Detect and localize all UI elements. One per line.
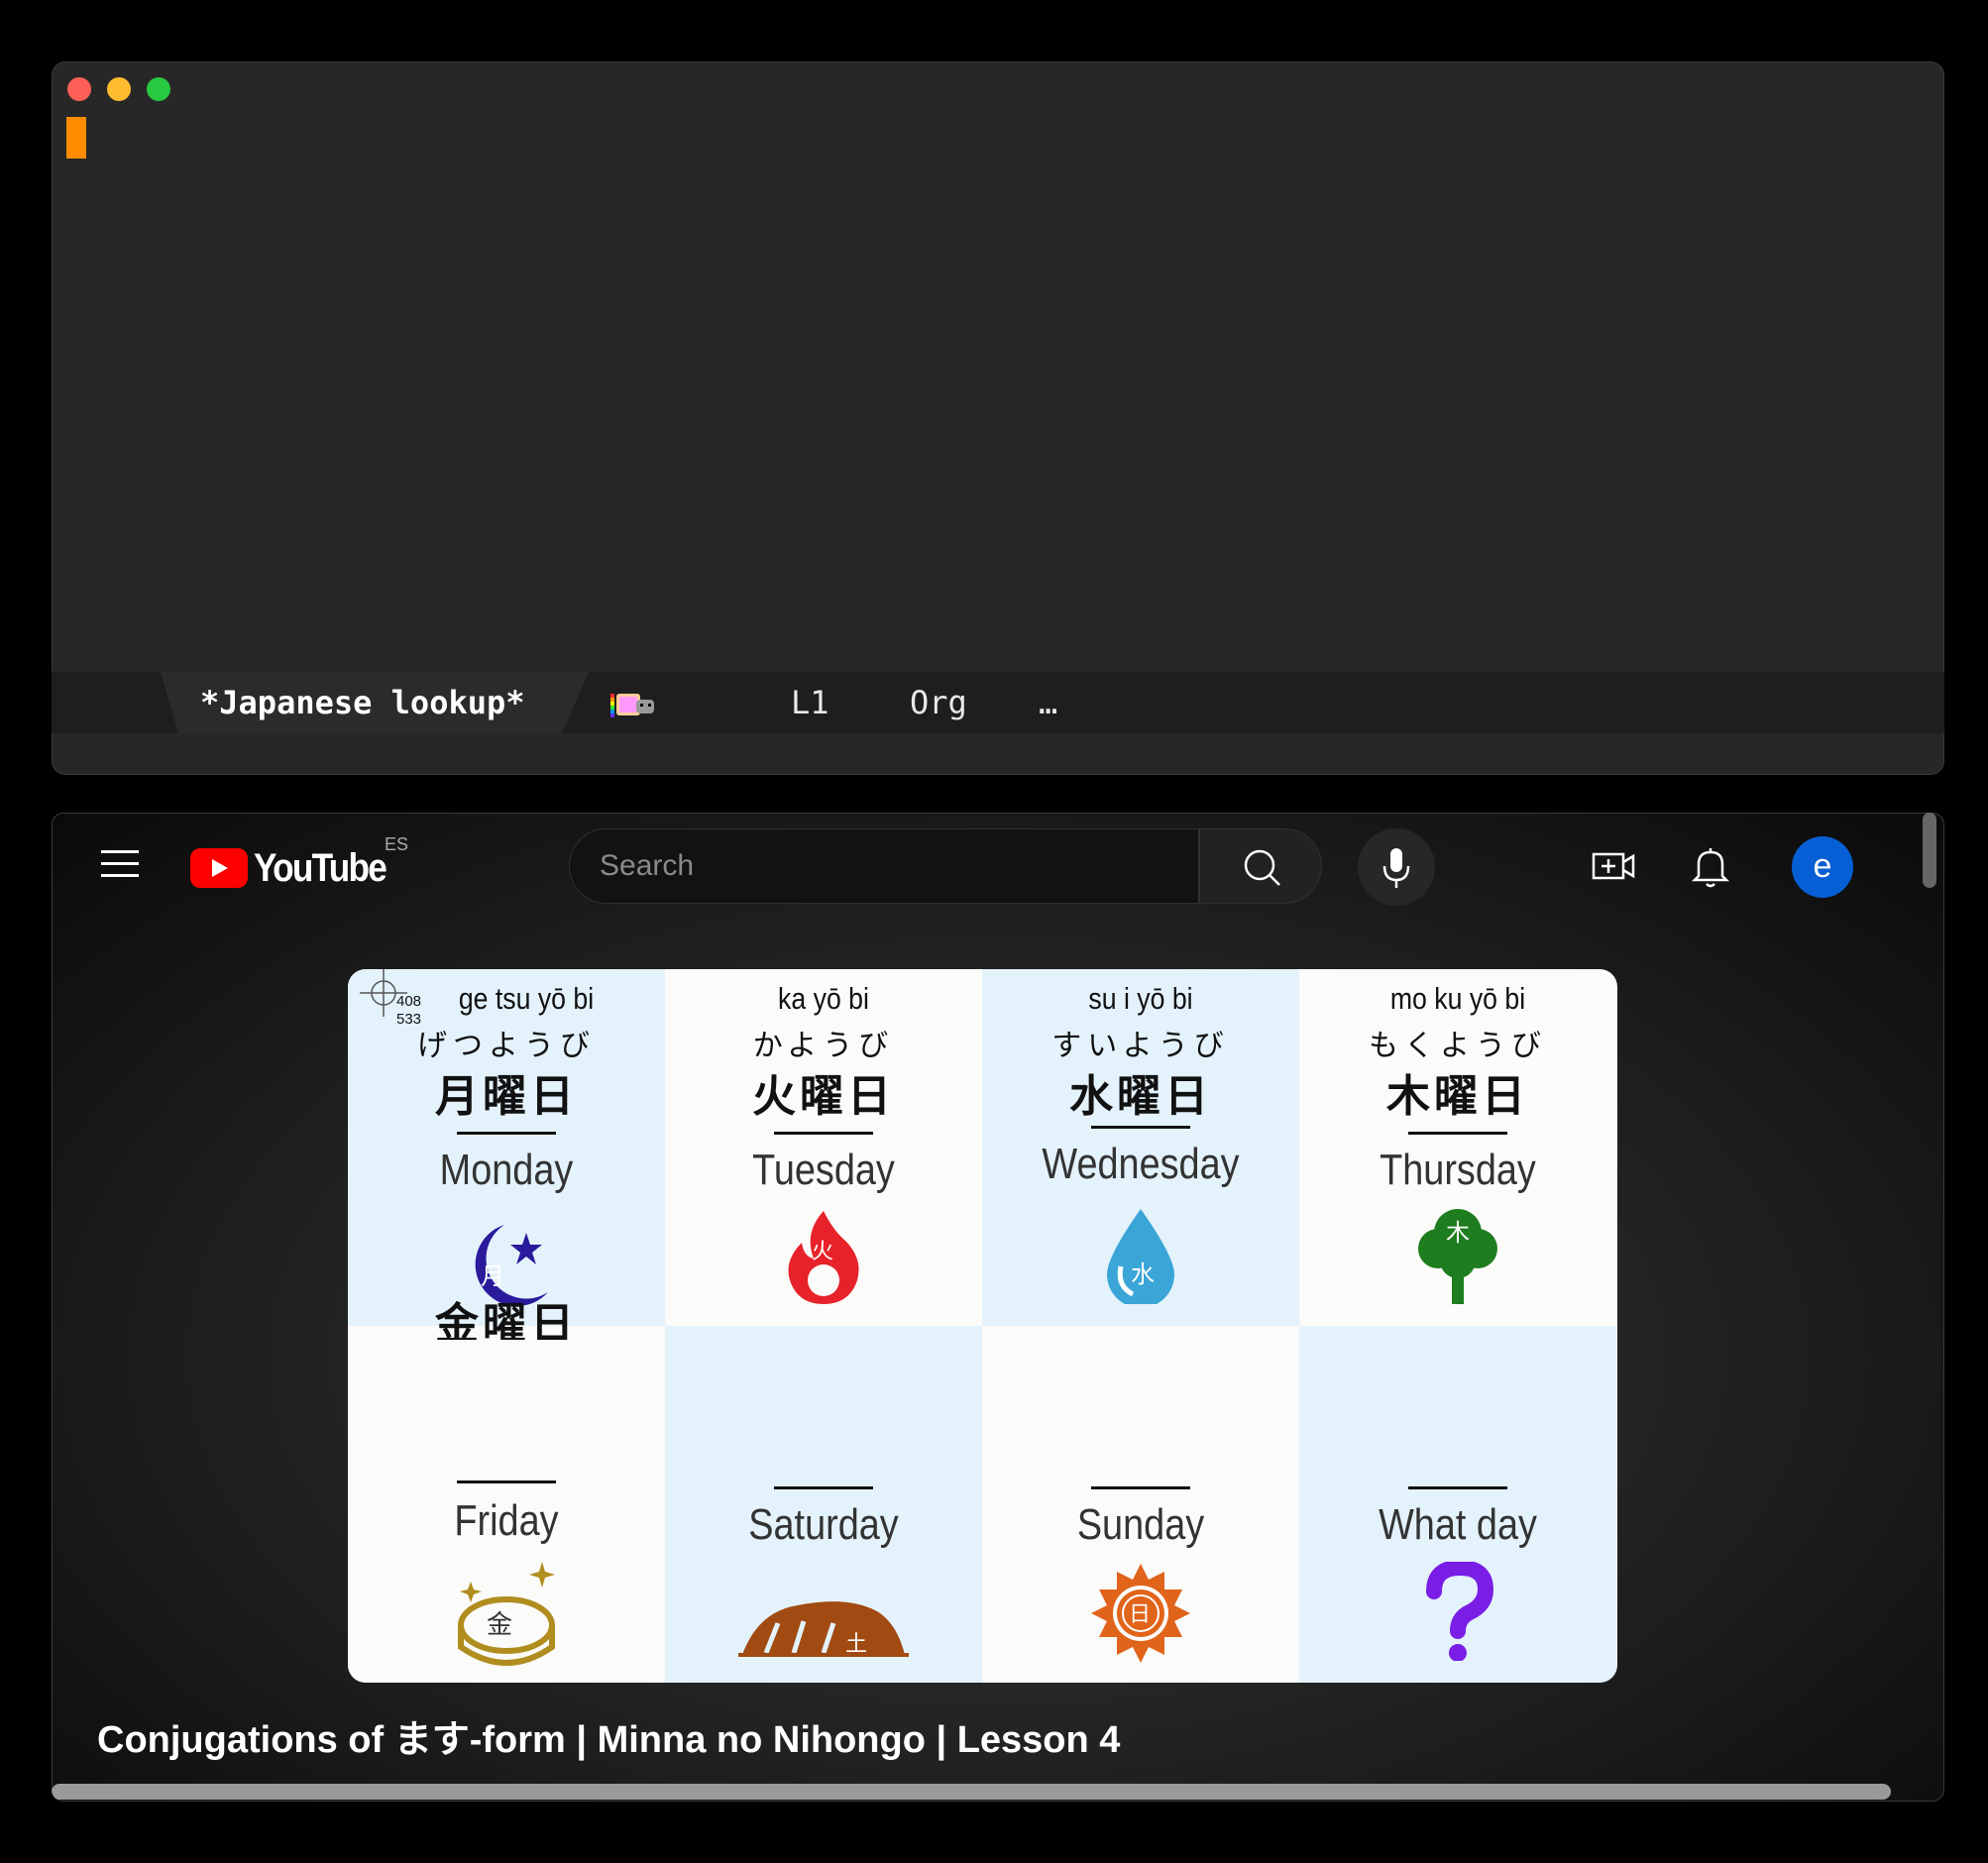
divider xyxy=(774,1132,873,1135)
day-card-tuesday: ka yō bi かようび 火曜日 Tuesday 火 xyxy=(665,969,982,1326)
search-input[interactable] xyxy=(598,843,1176,889)
bell-icon xyxy=(1691,848,1730,888)
kana-label: もくようび xyxy=(1369,1030,1547,1062)
window-controls xyxy=(67,77,170,101)
moon-star-icon: 月 xyxy=(475,1225,548,1307)
kanji-label: 木曜日 xyxy=(1386,1072,1529,1121)
kana-label: げつようび xyxy=(417,1030,596,1062)
day-card-what-day: What day xyxy=(1299,1326,1616,1683)
youtube-play-icon xyxy=(190,848,248,888)
english-label: Friday xyxy=(454,1496,559,1545)
kana-label: すいようび xyxy=(1051,1030,1230,1062)
tree-icon: 木 xyxy=(1418,1209,1497,1304)
english-label: Wednesday xyxy=(1042,1140,1240,1188)
water-drop-icon: 水 xyxy=(1107,1209,1174,1304)
video-title[interactable]: Conjugations of ます-form | Minna no Nihon… xyxy=(97,1708,1120,1763)
day-card-friday: 金曜日 Friday 金 xyxy=(348,1300,665,1683)
kanji-label: 月曜日 xyxy=(435,1072,578,1121)
divider xyxy=(1408,1486,1507,1489)
youtube-logo-text: YouTube xyxy=(254,845,387,890)
minor-modes-ellipsis[interactable]: … xyxy=(1039,684,1057,721)
sun-icon: 日 xyxy=(1091,1564,1190,1663)
youtube-masthead: YouTube ES Search e xyxy=(52,813,1944,922)
vertical-scrollbar[interactable] xyxy=(1923,813,1936,888)
zoom-window-button[interactable] xyxy=(147,77,170,101)
question-mark-icon xyxy=(1426,1562,1494,1661)
earth-glyph: 土 xyxy=(845,1632,867,1657)
mode-line: *Japanese lookup* L1 Org … xyxy=(52,672,1944,733)
day-card-saturday: Saturday 土 xyxy=(665,1326,982,1683)
create-button[interactable] xyxy=(1588,840,1639,892)
emacs-window: *Japanese lookup* L1 Org … xyxy=(52,61,1944,775)
english-label: Tuesday xyxy=(752,1146,895,1194)
divider xyxy=(457,1480,556,1483)
day-card-monday: 408 533 ge tsu yō bi げつようび 月曜日 Monday 月 xyxy=(348,969,665,1326)
kanji-label: 火曜日 xyxy=(752,1072,895,1121)
tree-glyph: 木 xyxy=(1446,1219,1470,1247)
search-box xyxy=(569,828,1199,904)
youtube-window: YouTube ES Search e 408 533 ge tsu yō bi… xyxy=(52,813,1944,1802)
fire-glyph: 火 xyxy=(812,1240,833,1264)
day-card-thursday: mo ku yō bi もくようび 木曜日 Thursday 木 xyxy=(1299,969,1616,1326)
water-glyph: 水 xyxy=(1131,1260,1155,1288)
gold-coin-icon: 金 xyxy=(458,1562,555,1666)
youtube-logo[interactable]: YouTube xyxy=(190,846,403,890)
gold-glyph: 金 xyxy=(487,1610,512,1640)
romaji-label: ka yō bi xyxy=(778,981,869,1016)
kanji-label: 金曜日 xyxy=(435,1300,578,1340)
english-label: What day xyxy=(1379,1500,1537,1549)
kanji-label-clipped: 金曜日 xyxy=(348,1300,665,1340)
menu-icon[interactable] xyxy=(101,850,139,880)
search-icon xyxy=(1244,849,1280,886)
english-label: Sunday xyxy=(1076,1500,1205,1549)
rock-earth-icon: 土 xyxy=(738,1601,909,1657)
search-button[interactable] xyxy=(1199,828,1322,904)
microphone-icon xyxy=(1382,848,1410,888)
major-mode[interactable]: Org xyxy=(910,684,967,721)
romaji-label: ge tsu yō bi xyxy=(458,981,595,1016)
voice-search-button[interactable] xyxy=(1358,828,1435,906)
romaji-label: mo ku yō bi xyxy=(1389,981,1526,1016)
fire-icon: 火 xyxy=(788,1211,859,1304)
region-code: ES xyxy=(385,834,409,854)
line-number: L1 xyxy=(791,684,829,721)
video-progress-bar[interactable] xyxy=(52,1784,1891,1800)
kana-label: かようび xyxy=(752,1030,895,1062)
notifications-button[interactable] xyxy=(1685,840,1736,892)
english-label: Saturday xyxy=(748,1500,899,1549)
divider xyxy=(1091,1126,1190,1129)
nyan-cat-icon xyxy=(610,694,654,717)
moon-glyph: 月 xyxy=(481,1262,504,1290)
day-card-sunday: Sunday 日 xyxy=(982,1326,1299,1683)
sun-glyph: 日 xyxy=(1129,1602,1151,1627)
video-player[interactable]: 408 533 ge tsu yō bi げつようび 月曜日 Monday 月 … xyxy=(348,969,1617,1683)
text-cursor xyxy=(66,117,86,159)
divider xyxy=(1091,1486,1190,1489)
minimize-window-button[interactable] xyxy=(107,77,131,101)
divider xyxy=(774,1486,873,1489)
account-avatar[interactable]: e xyxy=(1792,836,1853,898)
divider xyxy=(457,1132,556,1135)
english-label: Monday xyxy=(439,1146,574,1194)
divider xyxy=(1408,1132,1507,1135)
close-window-button[interactable] xyxy=(67,77,91,101)
buffer-name[interactable]: *Japanese lookup* xyxy=(200,684,525,721)
english-label: Thursday xyxy=(1380,1146,1536,1194)
video-camera-add-icon xyxy=(1592,852,1635,880)
day-card-wednesday: su i yō bi すいようび 水曜日 Wednesday 水 xyxy=(982,969,1299,1326)
kanji-label: 水曜日 xyxy=(1069,1072,1212,1121)
romaji-label: su i yō bi xyxy=(1088,981,1193,1016)
